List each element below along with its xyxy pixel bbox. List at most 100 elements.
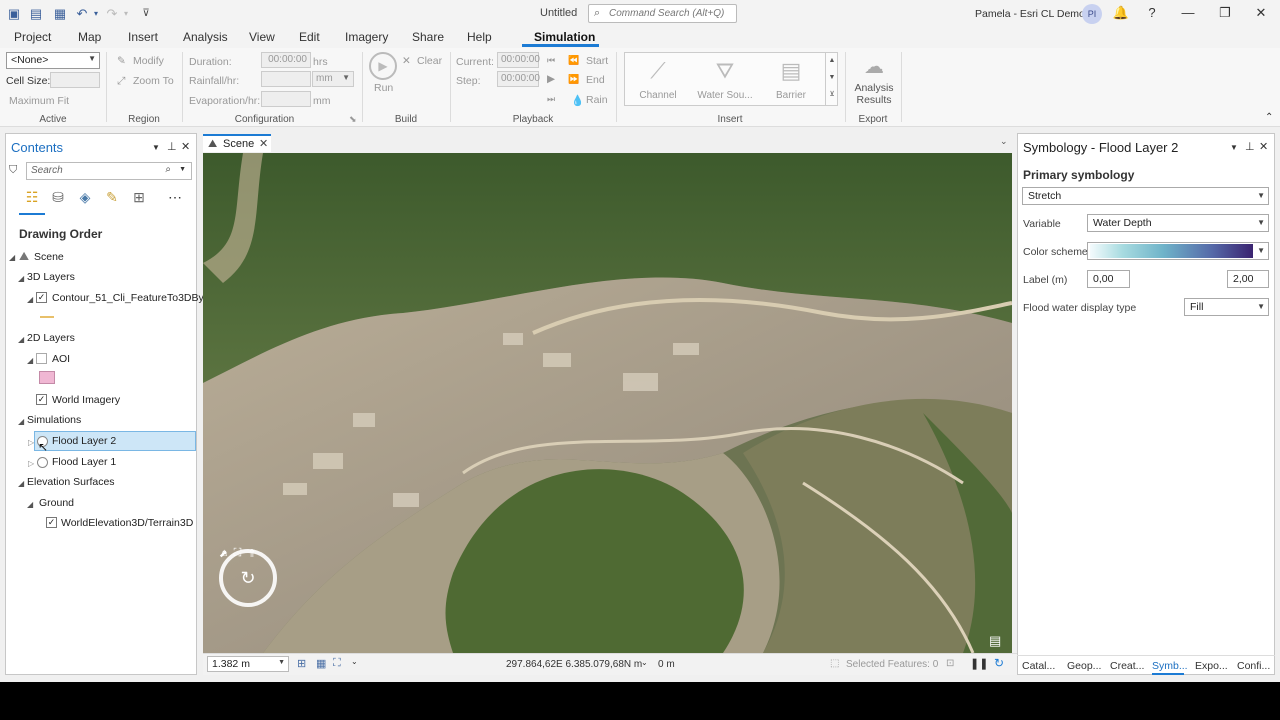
cell-size-input[interactable] <box>50 72 100 88</box>
pin-icon[interactable]: ⊥ <box>1245 140 1255 153</box>
chevron-down-icon[interactable]: ⌄ <box>351 657 358 666</box>
list-by-data-source-icon[interactable]: ⛁ <box>48 189 68 209</box>
tree-world-imagery[interactable]: World Imagery <box>52 394 120 406</box>
fixed-zoom-icon[interactable]: ⛶ <box>234 547 242 560</box>
clear-button[interactable]: Clear <box>417 55 442 67</box>
snap-icon[interactable]: ⛶ <box>333 657 341 670</box>
north-up-icon[interactable]: ⇑ <box>247 547 256 560</box>
tree-flood-layer-2[interactable]: Flood Layer 2 <box>52 435 116 447</box>
analysis-results-button[interactable]: Analysis Results <box>852 82 896 106</box>
aoi-visibility-checkbox[interactable] <box>36 353 47 364</box>
user-name[interactable]: Pamela - Esri CL Demo <box>975 8 1085 20</box>
scene-map-view[interactable]: ⬈ ↻ ⌂ ⛶ ⇑ ▤ <box>203 153 1012 653</box>
collapse-arrow-icon[interactable]: ◢ <box>9 253 15 262</box>
start-button[interactable]: Start <box>586 55 608 67</box>
collapse-arrow-icon[interactable]: ◢ <box>18 479 24 488</box>
zoom-to-button[interactable]: Zoom To <box>133 75 174 87</box>
renderer-dropdown[interactable]: Stretch ▼ <box>1022 187 1269 205</box>
aoi-symbol-swatch[interactable] <box>39 371 55 384</box>
tab-simulation[interactable]: Simulation <box>534 30 595 44</box>
map-notes-icon[interactable]: ▤ <box>989 633 1001 649</box>
tab-catalog[interactable]: Catal... <box>1022 660 1055 672</box>
grid-icon[interactable]: ⊞ <box>297 657 306 670</box>
modify-button[interactable]: Modify <box>133 55 164 67</box>
pane-options-icon[interactable]: ▼ <box>152 143 160 152</box>
close-icon[interactable]: ✕ <box>1251 5 1271 21</box>
minimize-icon[interactable]: — <box>1178 5 1198 20</box>
active-simulation-dropdown[interactable]: <None> ▼ <box>6 52 100 69</box>
maximum-fit-button[interactable]: Maximum Fit <box>9 95 69 107</box>
tab-project[interactable]: Project <box>14 30 51 44</box>
tab-scene[interactable]: ⛰ Scene ✕ <box>203 134 271 152</box>
step-end-icon[interactable]: ⏭ <box>547 94 555 105</box>
variable-dropdown[interactable]: Water Depth ▼ <box>1087 214 1269 232</box>
collapse-arrow-icon[interactable]: ◢ <box>18 335 24 344</box>
label-max-input[interactable]: 2,00 <box>1227 270 1269 288</box>
rain-button[interactable]: Rain <box>586 94 608 106</box>
list-by-editing-icon[interactable]: ✎ <box>102 189 122 209</box>
tab-view[interactable]: View <box>249 30 275 44</box>
current-time-input[interactable]: 00:00:00 <box>497 52 540 68</box>
skip-start-icon[interactable]: ⏮ <box>547 55 555 66</box>
refresh-icon[interactable]: ↻ <box>994 656 1004 670</box>
flood-layer-1-radio[interactable] <box>37 457 48 468</box>
tab-geoprocessing[interactable]: Geop... <box>1067 660 1101 672</box>
rainfall-input[interactable] <box>261 71 311 87</box>
scale-dropdown[interactable]: 1.382 m ▼ <box>207 656 289 672</box>
tab-map[interactable]: Map <box>78 30 101 44</box>
display-type-dropdown[interactable]: Fill ▼ <box>1184 298 1269 316</box>
tab-imagery[interactable]: Imagery <box>345 30 388 44</box>
duration-input[interactable]: 00:00:00 <box>261 52 311 68</box>
tab-export[interactable]: Expo... <box>1195 660 1228 672</box>
open-project-icon[interactable]: ▤ <box>28 6 44 22</box>
tree-ground[interactable]: Ground <box>39 497 74 509</box>
tree-terrain-layer[interactable]: WorldElevation3D/Terrain3D <box>61 517 193 529</box>
channel-button[interactable]: Channel <box>636 90 680 101</box>
pane-options-icon[interactable]: ▼ <box>1230 143 1238 152</box>
step-input[interactable]: 00:00:00 <box>497 71 540 87</box>
run-button[interactable]: Run <box>374 82 393 94</box>
close-pane-icon[interactable]: ✕ <box>1259 140 1268 153</box>
close-pane-icon[interactable]: ✕ <box>181 140 190 153</box>
dialog-launcher-icon[interactable]: ⬊ <box>349 114 357 125</box>
evaporation-input[interactable] <box>261 91 311 107</box>
tree-2d-layers[interactable]: 2D Layers <box>27 332 75 344</box>
tree-scene[interactable]: Scene <box>34 251 64 263</box>
collapse-arrow-icon[interactable]: ◢ <box>27 295 33 304</box>
collapse-arrow-icon[interactable]: ◢ <box>27 356 33 365</box>
tree-3d-layers[interactable]: 3D Layers <box>27 271 75 283</box>
expand-arrow-icon[interactable]: ▷ <box>28 438 34 447</box>
tab-insert[interactable]: Insert <box>128 30 158 44</box>
label-min-input[interactable]: 0,00 <box>1087 270 1130 288</box>
expand-arrow-icon[interactable]: ▷ <box>28 459 34 468</box>
tab-create-features[interactable]: Creat... <box>1110 660 1144 672</box>
gallery-scroll[interactable]: ▲ ▼ ⊻ <box>825 52 838 106</box>
tab-edit[interactable]: Edit <box>299 30 320 44</box>
pin-icon[interactable]: ⊥ <box>167 140 177 153</box>
collapse-arrow-icon[interactable]: ◢ <box>18 274 24 283</box>
barrier-button[interactable]: Barrier <box>770 90 812 101</box>
rainfall-unit-dropdown[interactable]: mm ▼ <box>312 71 354 87</box>
restore-icon[interactable]: ❐ <box>1215 5 1235 21</box>
tree-flood-layer-1[interactable]: Flood Layer 1 <box>52 456 116 468</box>
more-options-icon[interactable]: ⋯ <box>165 189 185 209</box>
filter-icon[interactable]: ⛉ <box>9 164 17 177</box>
contents-search-input[interactable]: Search ⌕ ▼ <box>26 162 192 180</box>
full-extent-icon[interactable]: ⌂ <box>221 547 228 560</box>
list-by-snapping-icon[interactable]: ⊞ <box>129 189 149 209</box>
water-source-button[interactable]: Water Sou... <box>696 90 754 101</box>
tab-help[interactable]: Help <box>467 30 492 44</box>
notifications-icon[interactable]: 🔔 <box>1111 5 1131 21</box>
help-icon[interactable]: ? <box>1142 5 1162 20</box>
new-project-icon[interactable]: ▣ <box>6 6 22 22</box>
tree-elevation-surfaces[interactable]: Elevation Surfaces <box>27 476 115 488</box>
tree-simulations[interactable]: Simulations <box>27 414 81 426</box>
coordinate-format-chevron-icon[interactable]: ⌄ <box>641 658 648 667</box>
tab-analysis[interactable]: Analysis <box>183 30 228 44</box>
end-button[interactable]: End <box>586 74 605 86</box>
collapse-arrow-icon[interactable]: ◢ <box>18 417 24 426</box>
redo-dropdown-icon[interactable]: ▾ <box>118 6 134 22</box>
customize-toolbar-icon[interactable]: ⊽ <box>138 6 154 22</box>
tree-contour-layer[interactable]: Contour_51_Cli_FeatureTo3DBy <box>52 292 204 304</box>
save-icon[interactable]: ▦ <box>52 6 68 22</box>
